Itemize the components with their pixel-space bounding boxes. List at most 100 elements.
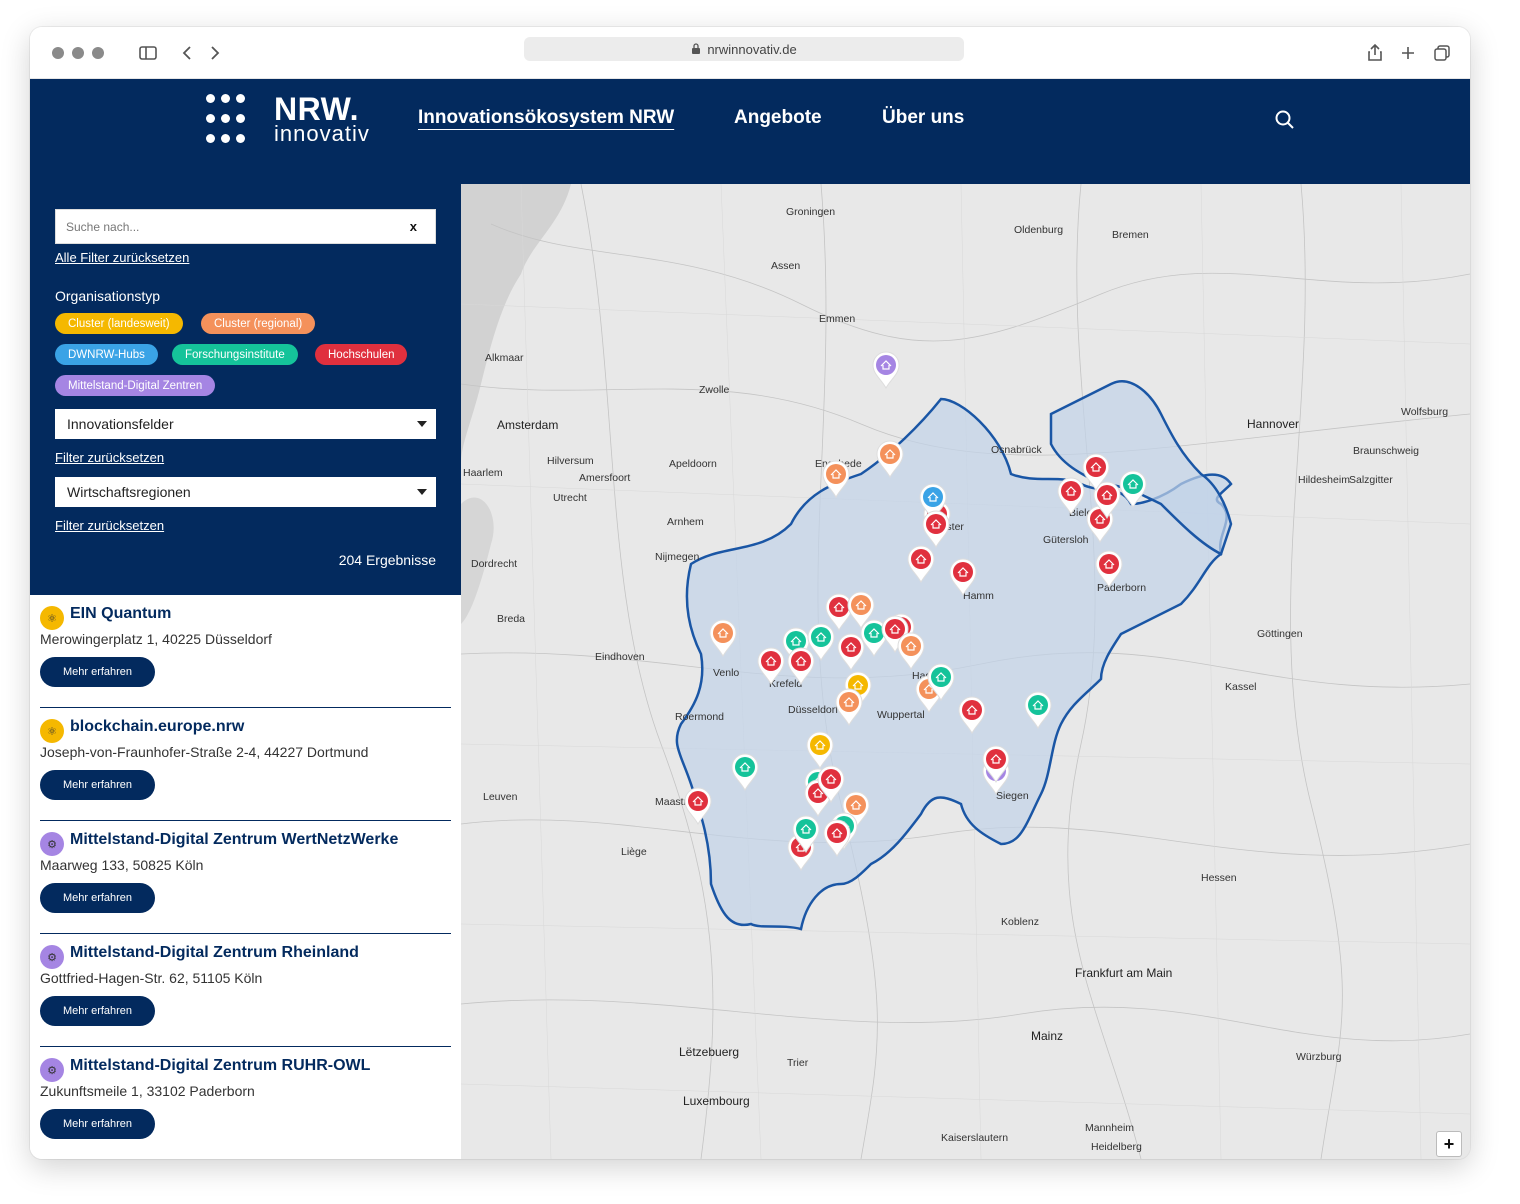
search-icon[interactable] xyxy=(1274,109,1296,131)
logo-dots-icon[interactable] xyxy=(206,94,258,146)
result-title[interactable]: Mittelstand-Digital Zentrum RUHR-OWL xyxy=(70,1057,370,1075)
wirtschaftsregionen-value: Wirtschaftsregionen xyxy=(67,484,191,500)
map-city-label: Frankfurt am Main xyxy=(1075,966,1173,980)
map-marker-pin-icon[interactable] xyxy=(1081,453,1111,491)
browser-window: nrwinnovativ.de NRW. innovativ Innovatio… xyxy=(30,27,1470,1159)
result-address: Zukunftsmeile 1, 33102 Paderborn xyxy=(40,1083,255,1099)
map-marker-pin-icon[interactable] xyxy=(730,753,760,791)
map-city-label: Apeldoorn xyxy=(669,458,717,470)
result-title[interactable]: EIN Quantum xyxy=(70,605,171,623)
map-marker-pin-icon[interactable] xyxy=(957,696,987,734)
map-marker-pin-icon[interactable] xyxy=(816,765,846,803)
result-title[interactable]: Mittelstand-Digital Zentrum Rheinland xyxy=(70,944,359,962)
map-marker-pin-icon[interactable] xyxy=(1118,470,1148,508)
window-zoom-dot[interactable] xyxy=(92,47,104,59)
nav-angebote[interactable]: Angebote xyxy=(734,107,822,129)
map-marker-pin-icon[interactable] xyxy=(1023,691,1053,729)
map-view[interactable]: Amsterdam Hannover Frankfurt am Main Lux… xyxy=(461,184,1470,1159)
map-city-label: Nijmegen xyxy=(655,551,700,563)
reset-innovationsfelder-link[interactable]: Filter zurücksetzen xyxy=(55,450,164,465)
results-count: 204 Ergebnisse xyxy=(338,552,436,568)
search-input[interactable]: Suche nach... x xyxy=(55,209,436,244)
filter-sidebar: Suche nach... x Alle Filter zurücksetzen… xyxy=(30,184,461,595)
map-city-label: Eindhoven xyxy=(595,651,645,663)
forward-icon[interactable] xyxy=(202,41,226,65)
site-header: NRW. innovativ Innovationsökosystem NRW … xyxy=(30,79,1470,184)
innovationsfelder-select[interactable]: Innovationsfelder xyxy=(55,409,436,439)
mittelstand-icon: ⚙ xyxy=(40,945,64,969)
map-city-label: Kassel xyxy=(1225,681,1257,693)
tabs-overview-icon[interactable] xyxy=(1430,41,1454,65)
map-marker-pin-icon[interactable] xyxy=(871,351,901,389)
tag-dwnrw-hubs[interactable]: DWNRW-Hubs xyxy=(55,344,158,365)
map-marker-pin-icon[interactable] xyxy=(926,663,956,701)
map-city-label: Zwolle xyxy=(699,384,730,396)
map-marker-pin-icon[interactable] xyxy=(948,558,978,596)
map-marker-pin-icon[interactable] xyxy=(981,745,1011,783)
share-icon[interactable] xyxy=(1363,41,1387,65)
map-city-label: Lëtzebuerg xyxy=(679,1045,740,1059)
window-close-dot[interactable] xyxy=(52,47,64,59)
map-marker-pin-icon[interactable] xyxy=(821,460,851,498)
map-city-label: Würzburg xyxy=(1296,1051,1342,1063)
reset-wirtschaftsregionen-link[interactable]: Filter zurücksetzen xyxy=(55,518,164,533)
tag-cluster-landesweit[interactable]: Cluster (landesweit) xyxy=(55,313,183,334)
window-minimize-dot[interactable] xyxy=(72,47,84,59)
map-marker-pin-icon[interactable] xyxy=(896,632,926,670)
map-marker-pin-icon[interactable] xyxy=(921,510,951,548)
search-placeholder: Suche nach... xyxy=(66,219,140,234)
browser-toolbar: nrwinnovativ.de xyxy=(30,27,1470,79)
logo-subtext[interactable]: innovativ xyxy=(274,121,370,147)
map-city-label: Hilversum xyxy=(547,455,594,467)
tag-forschungsinstitute[interactable]: Forschungsinstitute xyxy=(172,344,298,365)
more-info-button[interactable]: Mehr erfahren xyxy=(40,996,155,1026)
more-info-button[interactable]: Mehr erfahren xyxy=(40,883,155,913)
tag-hochschulen[interactable]: Hochschulen xyxy=(315,344,408,365)
zoom-in-button[interactable]: + xyxy=(1436,1131,1462,1157)
map-city-label: Leuven xyxy=(483,791,518,803)
wirtschaftsregionen-select[interactable]: Wirtschaftsregionen xyxy=(55,477,436,507)
map-city-label: Wolfsburg xyxy=(1401,406,1449,418)
tag-cluster-regional[interactable]: Cluster (regional) xyxy=(201,313,316,334)
map-city-label: Braunschweig xyxy=(1353,445,1419,457)
map-city-label: Oldenburg xyxy=(1014,224,1064,236)
map-city-label: Koblenz xyxy=(1001,916,1039,928)
results-list: ⚛ EIN Quantum Merowingerplatz 1, 40225 D… xyxy=(30,595,461,1159)
more-info-button[interactable]: Mehr erfahren xyxy=(40,657,155,687)
address-bar[interactable]: nrwinnovativ.de xyxy=(524,37,964,61)
map-marker-pin-icon[interactable] xyxy=(834,688,864,726)
map-city-label: Alkmaar xyxy=(485,352,524,364)
map-city-label: Arnhem xyxy=(667,516,704,528)
mittelstand-icon: ⚙ xyxy=(40,832,64,856)
more-info-button[interactable]: Mehr erfahren xyxy=(40,1109,155,1139)
map-city-label: Utrecht xyxy=(553,492,587,504)
more-info-button[interactable]: Mehr erfahren xyxy=(40,770,155,800)
chevron-down-icon xyxy=(417,421,427,427)
map-marker-pin-icon[interactable] xyxy=(805,731,835,769)
result-address: Merowingerplatz 1, 40225 Düsseldorf xyxy=(40,631,272,647)
map-marker-pin-icon[interactable] xyxy=(1094,550,1124,588)
sidebar-toggle-icon[interactable] xyxy=(136,41,160,65)
map-marker-pin-icon[interactable] xyxy=(791,815,821,853)
chevron-down-icon xyxy=(417,489,427,495)
map-marker-pin-icon[interactable] xyxy=(875,440,905,478)
nav-innovationsoekosystem[interactable]: Innovationsökosystem NRW xyxy=(418,107,674,129)
back-icon[interactable] xyxy=(176,41,200,65)
map-city-label: Emmen xyxy=(819,313,856,325)
map-marker-pin-icon[interactable] xyxy=(708,619,738,657)
map-city-label: Trier xyxy=(787,1057,809,1069)
clear-search-button[interactable]: x xyxy=(410,219,417,234)
map-marker-pin-icon[interactable] xyxy=(906,545,936,583)
reset-all-filters-link[interactable]: Alle Filter zurücksetzen xyxy=(55,250,189,265)
result-address: Gottfried-Hagen-Str. 62, 51105 Köln xyxy=(40,970,263,986)
map-city-label: Göttingen xyxy=(1257,628,1303,640)
map-city-label: Bremen xyxy=(1112,229,1149,241)
map-city-label: Kaiserslautern xyxy=(941,1132,1009,1144)
result-title[interactable]: blockchain.europe.nrw xyxy=(70,718,244,736)
result-title[interactable]: Mittelstand-Digital Zentrum WertNetzWerk… xyxy=(70,831,398,849)
map-marker-pin-icon[interactable] xyxy=(822,819,852,857)
new-tab-icon[interactable] xyxy=(1396,41,1420,65)
tag-mittelstand-digital[interactable]: Mittelstand-Digital Zentren xyxy=(55,375,216,396)
map-marker-pin-icon[interactable] xyxy=(683,787,713,825)
nav-ueber-uns[interactable]: Über uns xyxy=(882,107,964,129)
